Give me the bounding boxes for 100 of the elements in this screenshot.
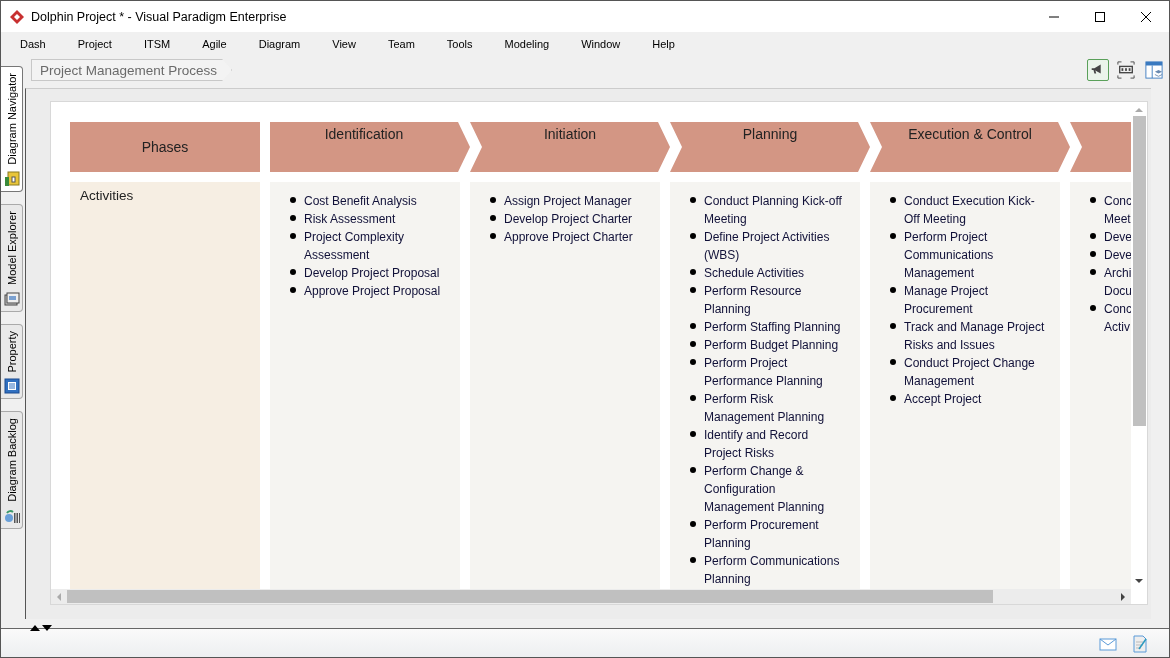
bullet-icon [1090, 233, 1096, 239]
activity-item: Perform Project Communications Management [904, 229, 994, 282]
menu-item[interactable]: Tools [434, 38, 493, 50]
bullet-icon [890, 197, 896, 203]
activity-item: Perform Change & Configuration Management Planning [704, 463, 825, 516]
activity-item: Approve Project Charter [504, 229, 633, 246]
bullet-icon [290, 215, 296, 221]
bullet-icon [290, 287, 296, 293]
menu-item[interactable]: View [320, 38, 376, 50]
bullet-icon [490, 197, 496, 203]
lane-label: Activities [80, 188, 134, 203]
app-logo [9, 8, 25, 25]
activity-item: Manage Project Procurement [904, 283, 989, 318]
phase-header: Execution & Control [870, 122, 1070, 172]
activity-item: Identify and Record Project Risks [704, 427, 809, 462]
activity-item: Schedule Activities [704, 265, 805, 282]
bullet-icon [290, 197, 296, 203]
folder-icon [3, 170, 20, 187]
menu-item[interactable]: Modeling [492, 38, 570, 50]
bullet-icon [890, 359, 896, 365]
activity-item: Cost Benefit Analysis [304, 193, 417, 210]
activity-item: Define Project Activities (WBS) [704, 229, 830, 264]
activity-item: Perform Staffing Planning [704, 319, 841, 336]
bullet-icon [690, 269, 696, 275]
activity-item: Perform Resource Planning [704, 283, 802, 318]
activity-item: Conduct Planning Kick-off Meeting [704, 193, 842, 228]
fit-icon[interactable] [1115, 59, 1137, 81]
menu-item[interactable]: ITSM [131, 38, 191, 50]
scroll-up-icon[interactable] [1135, 106, 1143, 114]
activity-item: Perform Procurement Planning [704, 517, 819, 552]
phase-header: Phases [70, 122, 260, 172]
bullet-icon [1090, 305, 1096, 311]
bullet-icon [1090, 197, 1096, 203]
activity-item: Archi Docu [1104, 265, 1131, 300]
scroll-right-icon[interactable] [1119, 592, 1127, 601]
bullet-icon [490, 233, 496, 239]
maximize-icon[interactable] [1094, 10, 1106, 23]
breadcrumb[interactable]: Project Management Process [31, 59, 233, 81]
phase-header: Identification [270, 122, 470, 172]
note-icon[interactable] [1131, 635, 1149, 653]
phase-header: Initiation [470, 122, 670, 172]
menu-item[interactable]: Project [65, 38, 132, 50]
activity-item: Conduct Project Change Management [904, 355, 1035, 390]
bullet-icon [890, 323, 896, 329]
activity-item: Accept Project [904, 391, 982, 408]
activity-item: Assign Project Manager [504, 193, 632, 210]
side-tab[interactable]: Diagram Navigator [1, 66, 23, 192]
menu-item[interactable]: Team [375, 38, 435, 50]
close-icon[interactable] [1140, 10, 1152, 23]
activity-item: Risk Assessment [304, 211, 396, 228]
horizontal-scrollbar[interactable] [51, 589, 1131, 604]
side-tab[interactable]: Model Explorer [1, 203, 23, 312]
menu-item[interactable]: Agile [190, 38, 247, 50]
property-sheet-icon [3, 378, 20, 395]
bullet-icon [1090, 269, 1096, 275]
bullet-icon [1090, 251, 1096, 257]
activity-item: Develop Project Charter [504, 211, 633, 228]
bullet-icon [690, 359, 696, 365]
scroll-down-icon[interactable] [1135, 577, 1143, 585]
menu-item[interactable]: Diagram [246, 38, 321, 50]
side-tab[interactable]: Property [1, 323, 23, 400]
activity-item: Perform Communications Planning [704, 553, 840, 588]
bullet-icon [890, 287, 896, 293]
activity-item: Track and Manage Project Risks and Issues [904, 319, 1045, 354]
bullet-icon [690, 395, 696, 401]
activity-item: Conc Activ [1104, 301, 1131, 336]
window-title: Dolphin Project * - Visual Paradigm Enterprise [31, 9, 288, 24]
activity-item: Perform Project Performance Planning [704, 355, 823, 390]
bullet-icon [690, 521, 696, 527]
bullet-icon [290, 269, 296, 275]
bullet-icon [890, 395, 896, 401]
activity-item: Deve [1104, 229, 1131, 246]
layout-icon[interactable] [1143, 59, 1165, 81]
collapse-expand-icon[interactable] [30, 623, 54, 631]
bullet-icon [290, 233, 296, 239]
activity-item: Perform Budget Planning [704, 337, 839, 354]
activity-item: Deve [1104, 247, 1131, 264]
menu-item[interactable]: Dash [8, 38, 66, 50]
backlog-icon [3, 508, 20, 525]
activity-item: Develop Project Proposal [304, 265, 440, 282]
menu-item[interactable]: Help [640, 38, 695, 50]
bullet-icon [690, 467, 696, 473]
bullet-icon [490, 215, 496, 221]
megaphone-icon[interactable] [1087, 59, 1109, 81]
activity-item: Conc Meet [1104, 193, 1131, 228]
bullet-icon [690, 557, 696, 563]
activity-item: Project Complexity Assessment [304, 229, 405, 264]
phase-header: Planning [670, 122, 870, 172]
window-stack-icon [3, 290, 20, 307]
bullet-icon [690, 233, 696, 239]
side-tab[interactable]: Diagram Backlog [1, 411, 23, 530]
menu-item[interactable]: Window [569, 38, 641, 50]
activity-item: Perform Risk Management Planning [704, 391, 825, 426]
bullet-icon [690, 341, 696, 347]
activity-item: Approve Project Proposal [304, 283, 441, 300]
bullet-icon [690, 197, 696, 203]
mail-icon[interactable] [1099, 635, 1117, 653]
activity-item: Conduct Execution Kick- Off Meeting [904, 193, 1035, 228]
bullet-icon [690, 431, 696, 437]
bullet-icon [890, 233, 896, 239]
